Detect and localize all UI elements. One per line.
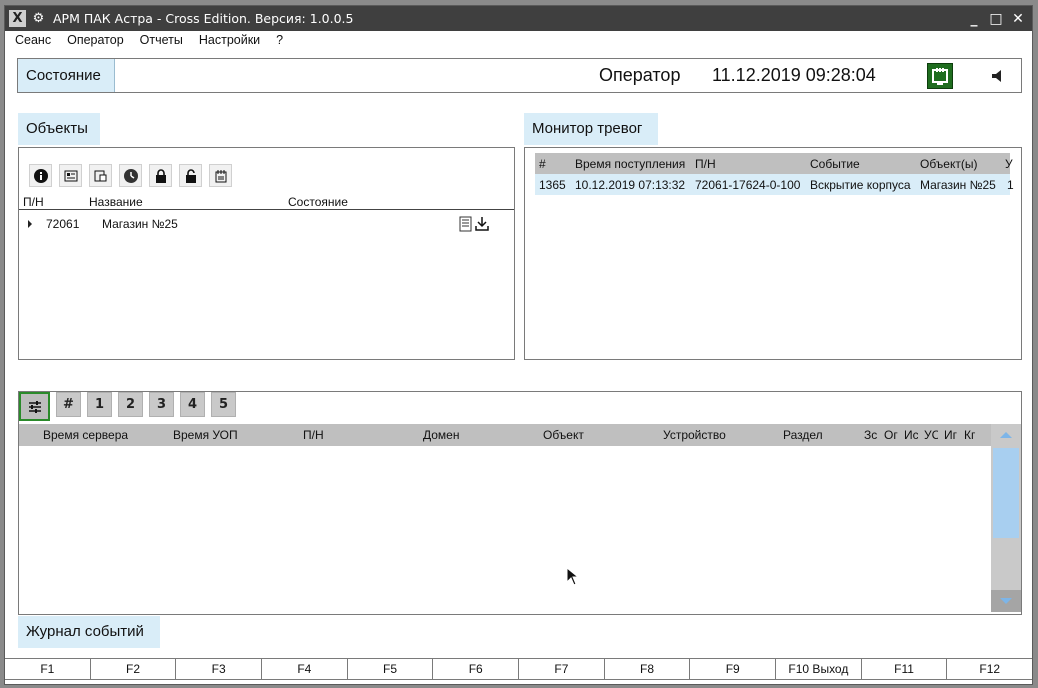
journal-toolbar: # 1 2 3 4 5 — [19, 392, 236, 421]
object-name: Магазин №25 — [102, 217, 178, 231]
alarm-table: # Время поступления П/Н Событие Объект(ы… — [535, 153, 1014, 195]
window-menu-icon[interactable]: ⚙ — [30, 10, 47, 27]
expand-arrow-icon[interactable] — [28, 220, 32, 228]
alarm-extra: 1 — [1007, 178, 1014, 192]
alarm-table-header: # Время поступления П/Н Событие Объект(ы… — [535, 153, 1013, 174]
alarm-monitor-panel: # Время поступления П/Н Событие Объект(ы… — [524, 147, 1022, 360]
col-domain[interactable]: Домен — [423, 428, 460, 442]
operator-label: Оператор — [599, 65, 681, 85]
app-window: X ⚙ АРМ ПАК Астра - Cross Edition. Верси… — [4, 5, 1033, 685]
status-label: Состояние — [18, 59, 115, 92]
col-kg[interactable]: Кг — [964, 428, 980, 442]
f7-button[interactable]: F7 — [519, 659, 605, 679]
minimize-icon[interactable]: _ — [966, 11, 982, 27]
objects-toolbar — [29, 164, 232, 187]
speaker-icon[interactable] — [990, 68, 1006, 84]
f4-button[interactable]: F4 — [262, 659, 348, 679]
alarm-monitor-tab[interactable]: Монитор тревог — [524, 113, 658, 145]
col-uop-time[interactable]: Время УОП — [173, 428, 238, 442]
col-og[interactable]: Ог — [884, 428, 898, 442]
status-panel: Состояние Оператор 11.12.2019 09:28:04 — [17, 58, 1022, 93]
network-connected-icon[interactable] — [927, 63, 953, 89]
journal-tab[interactable]: Журнал событий — [18, 616, 160, 648]
filter-icon[interactable] — [19, 392, 50, 421]
menu-session[interactable]: Сеанс — [5, 31, 58, 50]
f2-button[interactable]: F2 — [90, 659, 177, 679]
col-us[interactable]: УС — [924, 428, 938, 442]
table-row[interactable]: 72061 Магазин №25 — [19, 216, 514, 234]
col-object[interactable]: Объект — [543, 428, 584, 442]
f8-button[interactable]: F8 — [604, 659, 691, 679]
f12-button[interactable]: F12 — [947, 659, 1033, 679]
menu-help[interactable]: ? — [267, 31, 290, 50]
col-extra[interactable]: У — [1005, 157, 1013, 171]
scroll-thumb[interactable] — [993, 448, 1019, 538]
table-row[interactable]: 1365 10.12.2019 07:13:32 72061-17624-0-1… — [535, 174, 1014, 195]
alarm-event: Вскрытие корпуса — [810, 178, 911, 192]
menu-reports[interactable]: Отчеты — [131, 31, 190, 50]
scroll-up-icon[interactable] — [991, 424, 1021, 446]
menu-settings[interactable]: Настройки — [190, 31, 267, 50]
f5-button[interactable]: F5 — [347, 659, 434, 679]
col-number[interactable]: # — [539, 157, 546, 171]
unlock-icon[interactable] — [179, 164, 202, 187]
f1-button[interactable]: F1 — [5, 659, 91, 679]
alarm-pn: 72061-17624-0-100 — [695, 178, 801, 192]
scroll-down-icon[interactable] — [991, 590, 1021, 612]
filter-2-button[interactable]: 2 — [118, 392, 143, 417]
hash-button[interactable]: # — [56, 392, 81, 417]
journal-table-header: Время сервера Время УОП П/Н Домен Объект… — [19, 424, 1009, 446]
col-device[interactable]: Устройство — [663, 428, 726, 442]
filter-4-button[interactable]: 4 — [180, 392, 205, 417]
app-logo-icon: X — [9, 10, 26, 27]
window-title: АРМ ПАК Астра - Cross Edition. Версия: 1… — [53, 11, 354, 26]
card-icon[interactable] — [59, 164, 82, 187]
col-zs[interactable]: Зс — [864, 428, 878, 442]
menu-operator[interactable]: Оператор — [58, 31, 131, 50]
f3-button[interactable]: F3 — [176, 659, 263, 679]
col-ig[interactable]: Иг — [944, 428, 958, 442]
menu-bar: Сеанс Оператор Отчеты Настройки ? — [5, 31, 1032, 50]
function-key-bar: F1 F2 F3 F4 F5 F6 F7 F8 F9 F10 Выход F11… — [5, 658, 1033, 680]
col-event[interactable]: Событие — [810, 157, 860, 171]
title-bar: X ⚙ АРМ ПАК Астра - Cross Edition. Верси… — [5, 6, 1032, 31]
close-icon[interactable]: ✕ — [1010, 11, 1026, 27]
download-icon[interactable] — [475, 216, 489, 235]
col-section[interactable]: Раздел — [783, 428, 823, 442]
filter-1-button[interactable]: 1 — [87, 392, 112, 417]
info-icon[interactable] — [29, 164, 52, 187]
objects-panel: П/Н Название Состояние 72061 Магазин №25 — [18, 147, 515, 360]
alarm-time: 10.12.2019 07:13:32 — [575, 178, 686, 192]
objects-tab[interactable]: Объекты — [18, 113, 100, 145]
col-server-time[interactable]: Время сервера — [43, 428, 128, 442]
f10-exit-button[interactable]: F10 Выход — [776, 659, 862, 679]
folder-link-icon[interactable] — [89, 164, 112, 187]
col-is[interactable]: Ис — [904, 428, 918, 442]
f6-button[interactable]: F6 — [433, 659, 520, 679]
alarm-number: 1365 — [539, 178, 566, 192]
objects-table-header: П/Н Название Состояние — [19, 195, 514, 210]
object-pn: 72061 — [46, 217, 80, 231]
f9-button[interactable]: F9 — [690, 659, 777, 679]
lock-icon[interactable] — [149, 164, 172, 187]
journal-panel: # 1 2 3 4 5 Время сервера Время УОП П/Н … — [18, 391, 1022, 615]
filter-5-button[interactable]: 5 — [211, 392, 236, 417]
f11-button[interactable]: F11 — [861, 659, 948, 679]
col-pn[interactable]: П/Н — [695, 157, 716, 171]
col-objects[interactable]: Объект(ы) — [920, 157, 977, 171]
col-pn[interactable]: П/Н — [303, 428, 324, 442]
col-state[interactable]: Состояние — [288, 195, 348, 209]
clock-icon[interactable] — [119, 164, 142, 187]
report-icon[interactable] — [459, 216, 473, 235]
current-datetime: 11.12.2019 09:28:04 — [712, 65, 876, 85]
maximize-icon[interactable]: □ — [988, 11, 1004, 27]
col-arrival-time[interactable]: Время поступления — [575, 157, 685, 171]
calendar-icon[interactable] — [209, 164, 232, 187]
col-name[interactable]: Название — [89, 195, 143, 209]
mouse-cursor-icon — [566, 566, 580, 587]
filter-3-button[interactable]: 3 — [149, 392, 174, 417]
col-pn[interactable]: П/Н — [23, 195, 44, 209]
alarm-object: Магазин №25 — [920, 178, 996, 192]
journal-scrollbar[interactable] — [991, 424, 1021, 612]
